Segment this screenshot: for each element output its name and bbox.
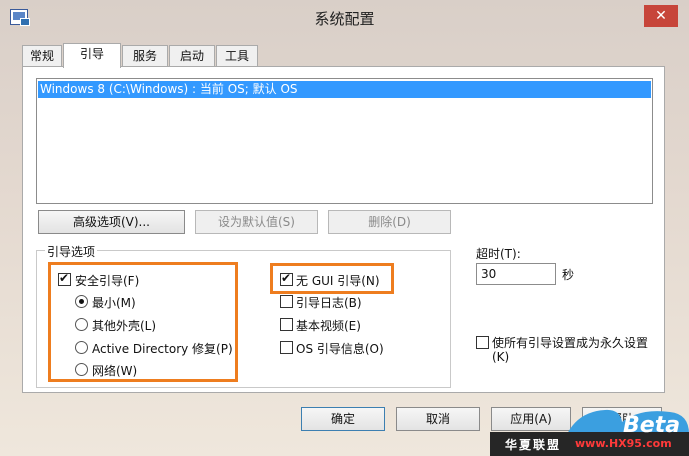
network-label: 网络(W) (92, 364, 138, 378)
tab-startup[interactable]: 启动 (169, 45, 215, 67)
alternate-shell-radio[interactable] (75, 318, 88, 331)
boot-options-label: 引导选项 (45, 243, 98, 260)
advanced-options-button[interactable]: 高级选项(V)... (38, 210, 185, 234)
tab-tools[interactable]: 工具 (216, 45, 258, 67)
ad-repair-radio[interactable] (75, 341, 88, 354)
network-radio[interactable] (75, 363, 88, 376)
minimal-radio[interactable] (75, 295, 88, 308)
tab-services[interactable]: 服务 (122, 45, 168, 67)
boot-log-label: 引导日志(B) (296, 296, 362, 310)
tab-general[interactable]: 常规 (22, 45, 62, 67)
set-default-button[interactable]: 设为默认值(S) (195, 210, 318, 234)
timeout-input[interactable]: 30 (476, 263, 556, 285)
base-video-label: 基本视频(E) (296, 319, 361, 333)
permanent-label-key: (K) (492, 350, 510, 364)
no-gui-boot-label: 无 GUI 引导(N) (296, 274, 380, 288)
minimal-label: 最小(M) (92, 296, 136, 310)
ok-button[interactable]: 确定 (301, 407, 385, 431)
boot-entry-list[interactable]: Windows 8 (C:\Windows) : 当前 OS; 默认 OS (36, 78, 653, 204)
timeout-label: 超时(T): (476, 247, 521, 261)
title-bar: 系统配置 ✕ (0, 0, 689, 34)
window-title: 系统配置 (314, 10, 375, 28)
os-boot-info-label: OS 引导信息(O) (296, 342, 384, 356)
timeout-unit: 秒 (562, 268, 575, 282)
watermark-url: www.HX95.com (575, 437, 672, 450)
watermark-brand: 华夏联盟 (505, 438, 562, 452)
tab-boot[interactable]: 引导 (63, 43, 121, 68)
close-button[interactable]: ✕ (644, 5, 678, 27)
permanent-label: 使所有引导设置成为永久设置 (492, 336, 649, 350)
watermark-logo-text: Beta (623, 413, 681, 438)
base-video-checkbox[interactable] (280, 318, 293, 331)
os-boot-info-checkbox[interactable] (280, 341, 293, 354)
cancel-button[interactable]: 取消 (396, 407, 480, 431)
no-gui-boot-checkbox[interactable] (280, 271, 293, 286)
apply-button[interactable]: 应用(A) (491, 407, 571, 431)
delete-button[interactable]: 删除(D) (328, 210, 451, 234)
boot-log-checkbox[interactable] (280, 295, 293, 308)
permanent-checkbox[interactable] (476, 336, 489, 349)
list-item[interactable]: Windows 8 (C:\Windows) : 当前 OS; 默认 OS (38, 81, 651, 98)
safe-boot-label: 安全引导(F) (75, 274, 140, 288)
ad-repair-label: Active Directory 修复(P) (92, 342, 233, 356)
alternate-shell-label: 其他外壳(L) (92, 319, 157, 333)
safe-boot-checkbox[interactable] (58, 271, 71, 286)
